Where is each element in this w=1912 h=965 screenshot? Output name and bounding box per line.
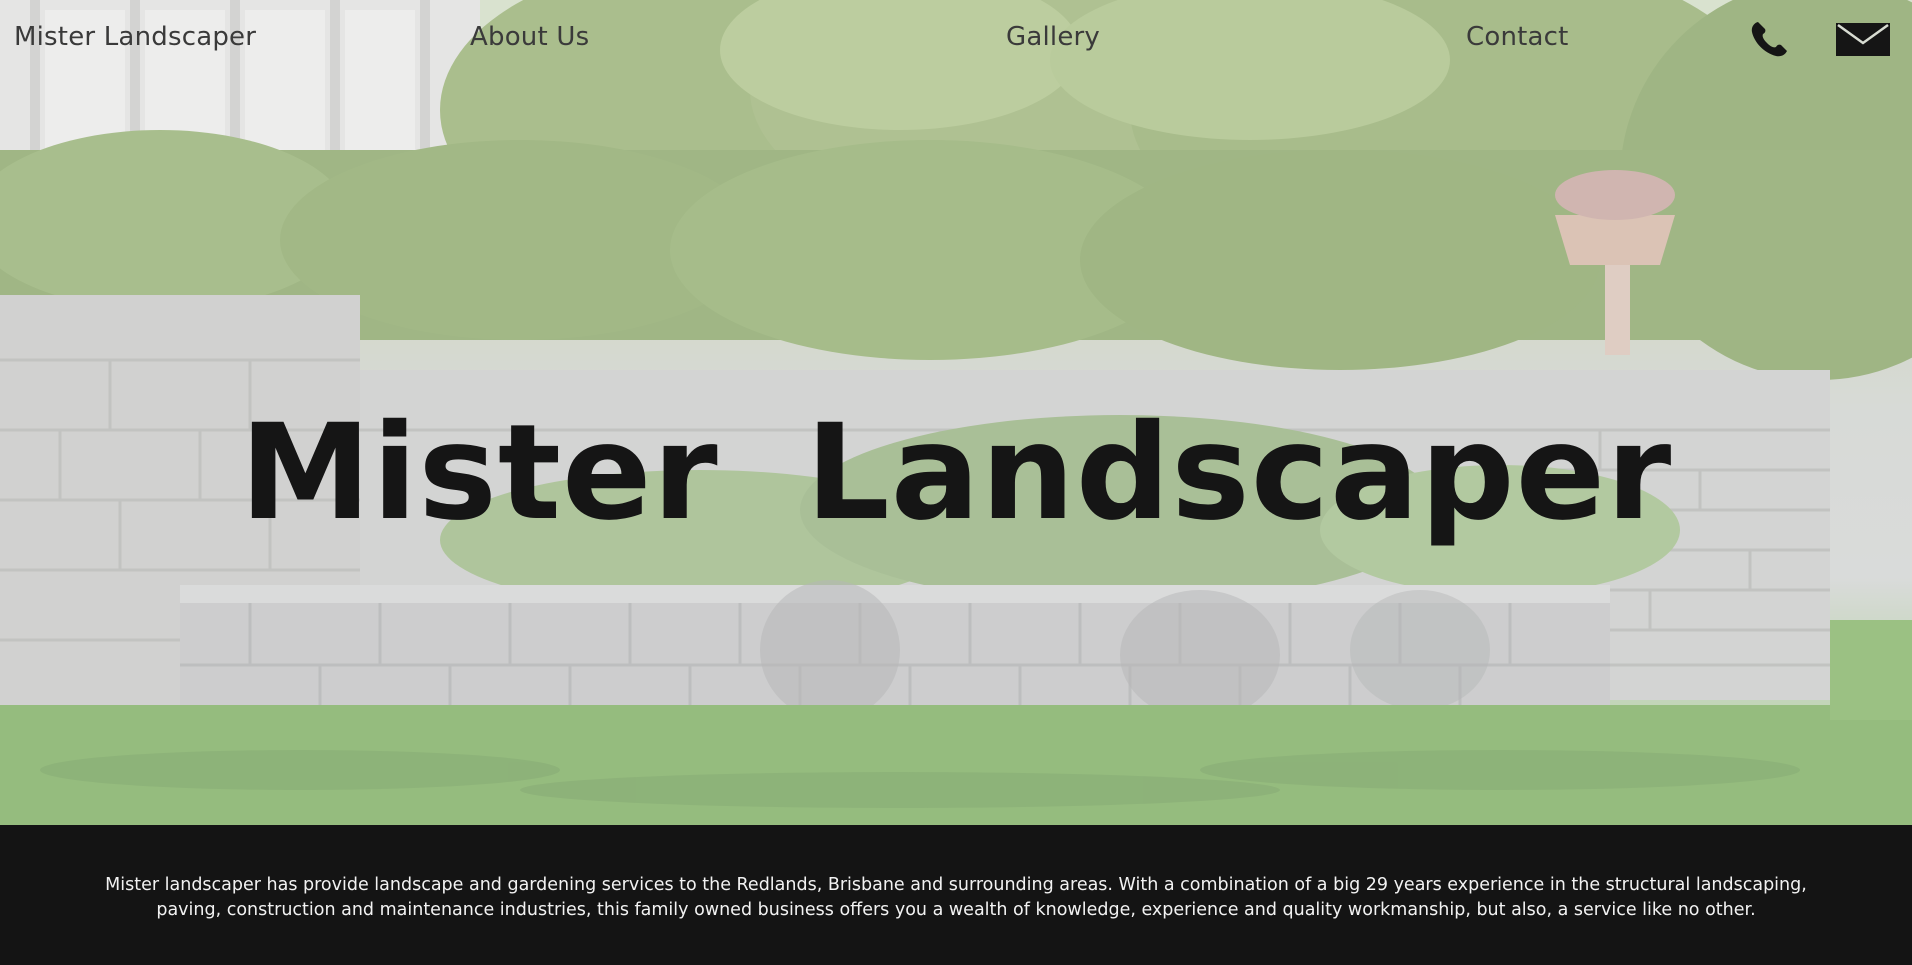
page: Mister Landscaper About Us Gallery Conta… <box>0 0 1912 965</box>
phone-icon[interactable] <box>1750 20 1790 58</box>
nav-link-gallery[interactable]: Gallery <box>1006 22 1100 52</box>
top-navigation: Mister Landscaper About Us Gallery Conta… <box>0 0 1912 80</box>
about-section: Mister landscaper has provide landscape … <box>0 825 1912 965</box>
nav-link-contact[interactable]: Contact <box>1466 22 1569 52</box>
about-description: Mister landscaper has provide landscape … <box>105 875 1807 920</box>
nav-brand-link[interactable]: Mister Landscaper <box>14 22 256 52</box>
hero-title: Mister Landscaper <box>239 396 1673 551</box>
mail-icon[interactable] <box>1836 23 1890 56</box>
nav-link-about-us[interactable]: About Us <box>470 22 589 52</box>
hero-section: Mister Landscaper About Us Gallery Conta… <box>0 0 1912 825</box>
